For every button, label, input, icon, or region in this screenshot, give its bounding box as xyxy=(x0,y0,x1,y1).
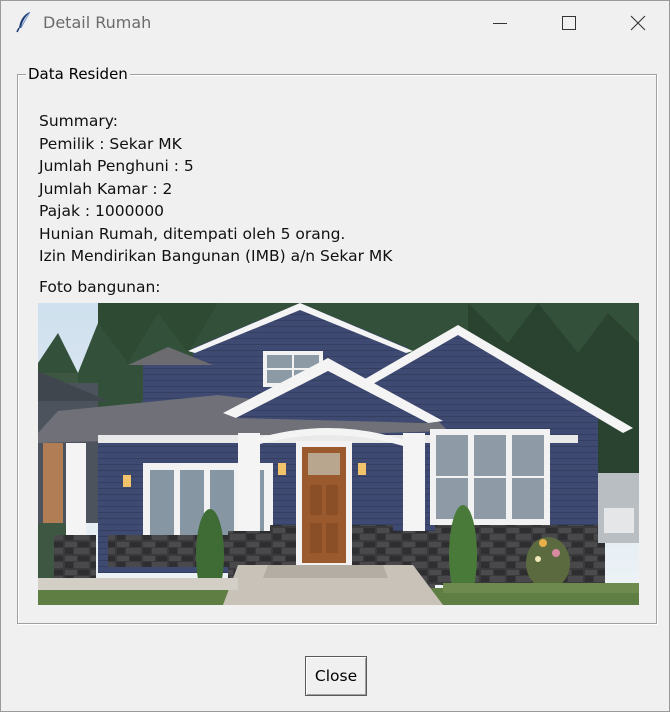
rooms-line: Jumlah Kamar : 2 xyxy=(39,179,173,198)
data-residen-group: Data Residen Summary: Pemilik : Sekar MK… xyxy=(17,64,657,624)
group-legend: Data Residen xyxy=(26,64,130,84)
photo-label: Foto bangunan: xyxy=(39,278,161,296)
feather-icon xyxy=(15,11,35,33)
house-illustration xyxy=(38,303,639,605)
maximize-icon xyxy=(562,16,576,30)
dialog-window: Detail Rumah Data Residen Summary: Pemil… xyxy=(0,0,670,712)
minimize-icon xyxy=(493,23,507,24)
minimize-button[interactable] xyxy=(465,1,535,45)
permit-line: Izin Mendirikan Bangunan (IMB) a/n Sekar… xyxy=(39,247,393,265)
close-button[interactable]: Close xyxy=(305,656,367,696)
tax-line: Pajak : 1000000 xyxy=(39,202,165,220)
window-title: Detail Rumah xyxy=(43,13,152,32)
maximize-button[interactable] xyxy=(534,1,604,45)
occupants-line: Jumlah Penghuni : 5 xyxy=(39,157,194,175)
title-bar[interactable]: Detail Rumah xyxy=(1,1,669,45)
summary-heading: Summary: xyxy=(39,112,118,130)
close-window-button[interactable] xyxy=(603,1,670,45)
close-icon xyxy=(630,15,646,31)
occupancy-line: Hunian Rumah, ditempati oleh 5 orang. xyxy=(39,224,346,243)
owner-line: Pemilik : Sekar MK xyxy=(39,134,182,153)
resident-summary: Summary: Pemilik : Sekar MK Jumlah Pengh… xyxy=(39,110,392,268)
house-photo xyxy=(38,303,639,605)
